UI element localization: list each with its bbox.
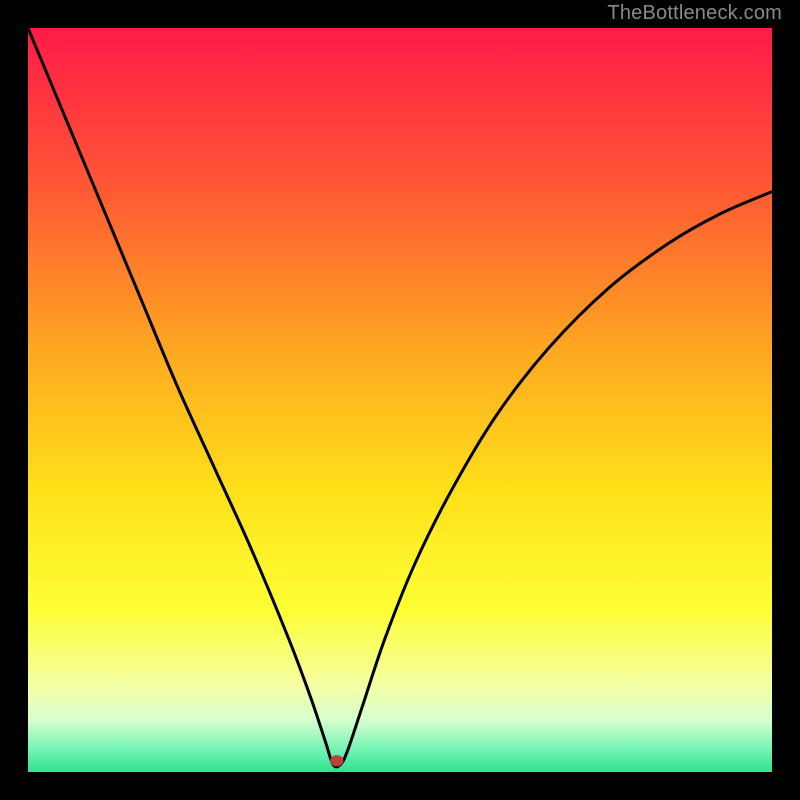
plot-area (28, 28, 772, 772)
attribution-text: TheBottleneck.com (607, 2, 782, 25)
optimum-marker (330, 755, 343, 766)
bottleneck-chart (28, 28, 772, 772)
chart-root: TheBottleneck.com (0, 0, 800, 800)
gradient-background (28, 28, 772, 772)
